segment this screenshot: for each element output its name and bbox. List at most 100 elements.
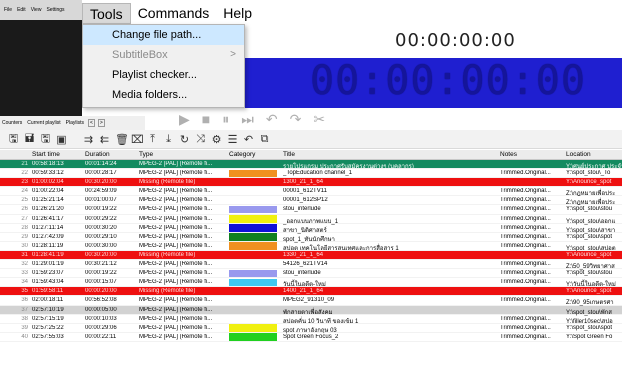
col-notes[interactable]: Notes xyxy=(500,151,517,158)
table-row[interactable]: 21 00:58:18:13 00:01:14:24 MPEG-2 [PAL] (Re… xyxy=(0,160,622,170)
clock-small: 00:00:00:00 xyxy=(395,30,516,51)
location-cell: Y:\Anounce_spot xyxy=(566,251,612,258)
table-row[interactable]: 27 01:26:41:17 00:00:29:22 MPEG-2 [PAL] (Re… xyxy=(0,215,622,225)
menu-edit[interactable]: Edit xyxy=(17,7,26,13)
category-swatch xyxy=(229,269,277,278)
duration-cell: 00:01:00:07 xyxy=(85,197,117,204)
grid-rows: 21 00:58:18:13 00:01:14:24 MPEG-2 [PAL] (Re… xyxy=(0,160,622,342)
cut-icon[interactable]: ✂ xyxy=(313,111,325,128)
row-number: 37 xyxy=(21,306,28,313)
duration-cell: 00:30:20:00 xyxy=(85,251,117,258)
location-cell: Y:\spot_stou\stou xyxy=(566,270,613,277)
table-row[interactable]: 25 01:25:21:14 00:01:00:07 MPEG-2 [PAL] (Re… xyxy=(0,196,622,206)
row-number: 32 xyxy=(21,261,28,268)
col-type[interactable]: Type xyxy=(139,151,153,158)
save-copy-icon[interactable]: 🖫 xyxy=(40,130,51,149)
menu-view[interactable]: View xyxy=(31,7,42,13)
tab-scroll-right[interactable]: > xyxy=(97,119,105,127)
save-icon[interactable]: 🖫 xyxy=(8,130,19,149)
new-icon[interactable]: ▣ xyxy=(56,133,67,146)
table-row[interactable]: 29 01:27:42:09 00:00:29:10 MPEG-2 [PAL] (Re… xyxy=(0,233,622,243)
redo-icon[interactable]: ↷ xyxy=(290,111,302,128)
tab-counters[interactable]: Counters xyxy=(1,120,23,126)
col-duration[interactable]: Duration xyxy=(85,151,110,158)
tab-playlists[interactable]: Playlists xyxy=(65,120,85,126)
start-time-cell: 01:26:41:17 xyxy=(32,215,64,222)
table-row[interactable]: 24 01:00:22:04 00:24:59:09 MPEG-2 [PAL] (Re… xyxy=(0,187,622,197)
category-swatch xyxy=(229,306,277,314)
category-swatch xyxy=(229,161,277,169)
table-row[interactable]: 26 01:26:21:20 00:00:19:22 MPEG-2 [PAL] (Re… xyxy=(0,205,622,215)
table-row[interactable]: 32 01:29:01:19 00:30:21:12 MPEG-2 [PAL] (Re… xyxy=(0,260,622,270)
type-cell: MPEG-2 [PAL] (Remote fi... xyxy=(139,188,213,195)
notes-cell: Trimmed.Original... xyxy=(500,279,551,286)
tab-scroll-left[interactable]: < xyxy=(88,119,95,127)
menu-file[interactable]: File xyxy=(4,7,12,13)
change-file-path-item[interactable]: Change file path... xyxy=(83,25,244,45)
save-as-icon[interactable]: 🖬 xyxy=(24,130,35,149)
table-row[interactable]: 34 01:59:43:04 00:00:15:07 MPEG-2 [PAL] (Re… xyxy=(0,278,622,288)
duration-cell: 00:24:59:09 xyxy=(85,188,117,195)
type-cell: MPEG-2 [PAL] (Remote fi... xyxy=(139,170,213,177)
shuffle-icon[interactable]: ⤨ xyxy=(195,133,206,146)
back-icon[interactable]: ↶ xyxy=(243,133,254,146)
move-bottom-icon[interactable]: ⤓ xyxy=(163,133,174,146)
play-icon[interactable]: ▶ xyxy=(179,111,190,128)
table-row[interactable]: 35 01:59:58:11 00:00:20:00 Missing (Remote … xyxy=(0,287,622,297)
delete-icon[interactable]: 🗑 xyxy=(115,133,129,146)
table-row[interactable]: 31 01:28:41:19 00:30:20:00 Missing (Remote … xyxy=(0,250,622,261)
location-cell: Y:\Anounce_spot xyxy=(566,288,612,295)
change-file-path-label: Change file path... xyxy=(112,29,202,41)
notes-cell: Trimmed.Original... xyxy=(500,242,551,249)
duration-cell: 00:00:30:00 xyxy=(85,242,117,249)
duration-cell: 00:56:52:08 xyxy=(85,297,117,304)
table-row[interactable]: 36 02:00:18:11 00:56:52:08 MPEG-2 [PAL] (Re… xyxy=(0,296,622,306)
table-row[interactable]: 33 01:59:23:07 00:00:19:22 MPEG-2 [PAL] (Re… xyxy=(0,269,622,279)
start-time-cell: 00:58:18:13 xyxy=(32,161,64,167)
col-title[interactable]: Title xyxy=(283,151,295,158)
notes-cell: Trimmed.Original... xyxy=(500,215,551,222)
menu-settings[interactable]: Settings xyxy=(46,7,64,13)
media-folders-item[interactable]: Media folders... xyxy=(83,85,244,105)
refresh-icon[interactable]: ↻ xyxy=(179,133,190,146)
title-cell: 1400_21_1_64 xyxy=(283,288,324,295)
table-row[interactable]: 39 02:57:25:22 00:00:29:06 MPEG-2 [PAL] (Re… xyxy=(0,324,622,334)
duration-cell: 00:00:19:22 xyxy=(85,270,117,277)
category-swatch xyxy=(229,278,277,287)
indent-icon[interactable]: ⇉ xyxy=(83,133,94,146)
duration-cell: 00:00:29:10 xyxy=(85,233,117,240)
copy-icon[interactable]: ⧉ xyxy=(259,133,270,146)
outdent-icon[interactable]: ⇇ xyxy=(99,133,110,146)
table-row[interactable]: 30 01:28:11:19 00:00:30:00 MPEG-2 [PAL] (Re… xyxy=(0,242,622,252)
playlist-checker-item[interactable]: Playlist checker... xyxy=(83,65,244,85)
menu-commands[interactable]: Commands xyxy=(131,3,217,24)
menu-help[interactable]: Help xyxy=(216,3,259,24)
category-swatch xyxy=(229,251,277,259)
row-number: 27 xyxy=(21,215,28,222)
list-icon[interactable]: ☰ xyxy=(227,133,238,146)
menu-tools[interactable]: Tools xyxy=(82,3,131,24)
row-number: 35 xyxy=(21,288,28,295)
table-row[interactable]: 38 02:57:15:19 00:00:10:03 MPEG-2 [PAL] (Re… xyxy=(0,315,622,325)
tab-current-playlist[interactable]: Current playlist xyxy=(26,120,61,126)
col-location[interactable]: Location xyxy=(566,151,591,158)
start-time-cell: 02:57:10:19 xyxy=(32,306,64,313)
undo-icon[interactable]: ↶ xyxy=(266,111,278,128)
table-row[interactable]: 23 01:00:02:04 00:30:20:00 Missing (Remote … xyxy=(0,178,622,188)
table-row[interactable]: 22 00:59:33:12 00:00:28:17 MPEG-2 [PAL] (Re… xyxy=(0,169,622,179)
col-category[interactable]: Category xyxy=(229,151,255,158)
table-row[interactable]: 40 02:57:55:03 00:00:22:11 MPEG-2 [PAL] (Re… xyxy=(0,333,622,342)
pause-icon[interactable]: ⏸ xyxy=(222,111,229,128)
table-row[interactable]: 28 01:27:11:14 00:00:30:20 MPEG-2 [PAL] (Re… xyxy=(0,224,622,234)
move-top-icon[interactable]: ⤒ xyxy=(147,133,158,146)
col-start-time[interactable]: Start time xyxy=(32,151,60,158)
notes-cell: Trimmed.Original... xyxy=(500,324,551,331)
skip-icon[interactable]: ⏭ xyxy=(241,111,254,128)
table-row[interactable]: 37 02:57:10:19 00:00:05:00 MPEG-2 [PAL] (Re… xyxy=(0,305,622,316)
clear-icon[interactable]: ⌧ xyxy=(131,133,144,146)
subtitlebox-item: SubtitleBox > xyxy=(83,45,244,65)
title-cell: _TopEducation channel_1 xyxy=(283,170,353,177)
stop-icon[interactable]: ■ xyxy=(202,111,210,127)
start-time-cell: 01:59:58:11 xyxy=(32,288,64,295)
settings-icon[interactable]: ⚙ xyxy=(211,133,222,146)
